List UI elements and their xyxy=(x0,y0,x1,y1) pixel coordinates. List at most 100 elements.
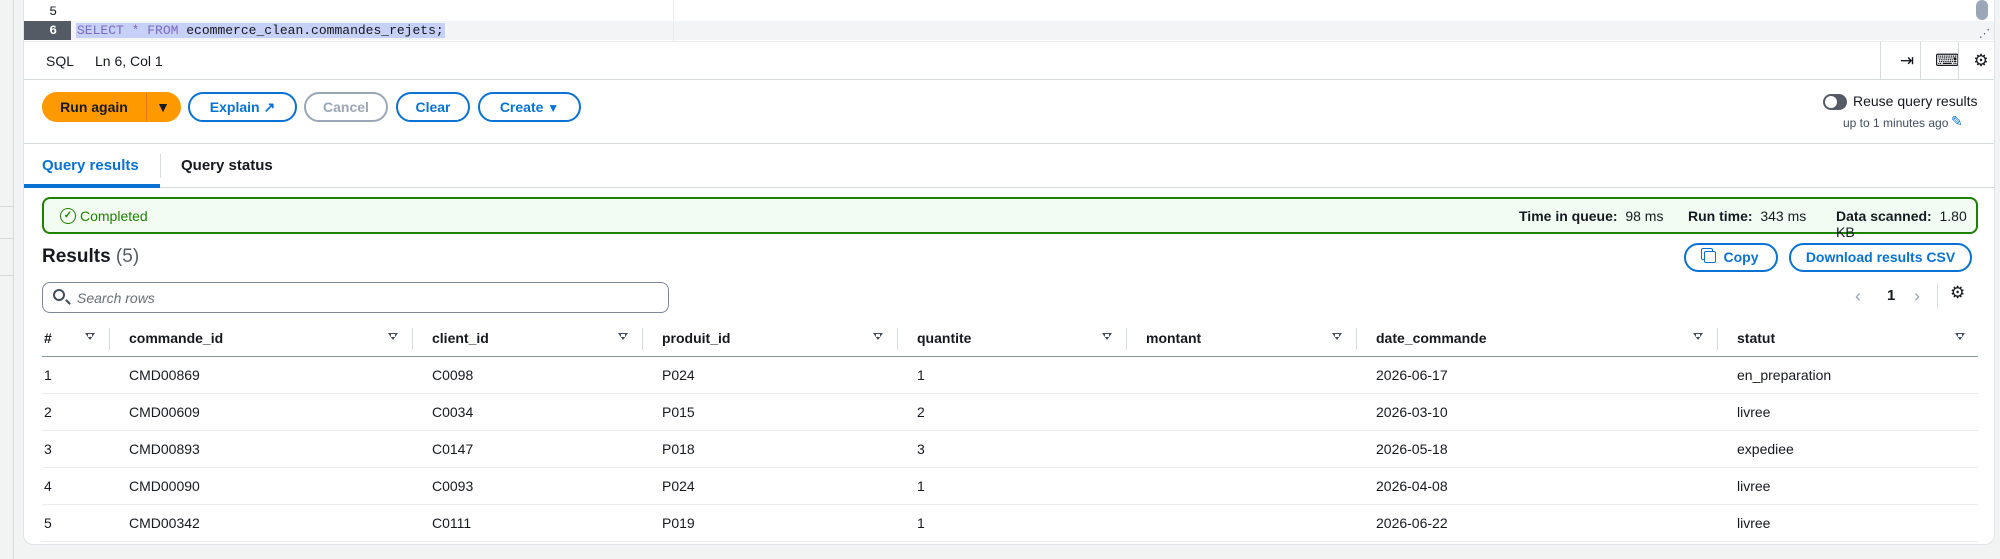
line-number: 6 xyxy=(24,21,71,40)
search-input[interactable] xyxy=(77,287,657,308)
table-cell-quantite: 1 xyxy=(917,478,925,494)
table-row[interactable]: 5 CMD00342 C0111 P019 1 2026-06-22 livree xyxy=(42,505,1978,542)
run-again-button[interactable]: Run again xyxy=(42,92,146,122)
search-rows[interactable] xyxy=(42,282,669,313)
caret-down-icon: ▼ xyxy=(156,99,170,115)
divider xyxy=(1920,42,1921,80)
sql-code[interactable]: SELECT * FROM ecommerce_clean.commandes_… xyxy=(76,22,445,39)
table-cell-client_id: C0034 xyxy=(432,404,474,420)
filter-icon[interactable] xyxy=(873,333,883,340)
filter-icon[interactable] xyxy=(85,333,95,340)
copy-label: Copy xyxy=(1723,249,1759,265)
editor-ruler xyxy=(673,0,674,42)
column-header[interactable]: client_id xyxy=(432,320,489,357)
column-header[interactable]: montant xyxy=(1146,320,1201,357)
filter-icon[interactable] xyxy=(388,333,398,340)
column-header[interactable]: # xyxy=(44,320,52,357)
editor-status-bar: SQL Ln 6, Col 1 ⇥ ⌨ ⚙ xyxy=(24,42,1994,80)
table-row[interactable]: 4 CMD00090 C0093 P024 1 2026-04-08 livree xyxy=(42,468,1978,505)
editor-scrollbar[interactable] xyxy=(1976,0,1988,20)
column-header[interactable]: statut xyxy=(1737,320,1775,357)
create-button[interactable]: Create ▼ xyxy=(478,92,581,122)
reuse-results-label: Reuse query results xyxy=(1853,93,1978,109)
column-divider[interactable] xyxy=(1126,328,1127,350)
sql-editor[interactable]: 5 6 SELECT * FROM ecommerce_clean.comman… xyxy=(24,0,1994,42)
current-page[interactable]: 1 xyxy=(1887,284,1895,308)
download-csv-button[interactable]: Download results CSV xyxy=(1789,243,1972,272)
table-cell-index: 1 xyxy=(44,367,52,383)
tab-query-results[interactable]: Query results xyxy=(24,144,160,188)
table-cell-client_id: C0098 xyxy=(432,367,474,383)
table-row[interactable]: 3 CMD00893 C0147 P018 3 2026-05-18 expediee xyxy=(42,431,1978,468)
editor-line[interactable]: 5 xyxy=(24,2,1994,21)
table-cell-quantite: 2 xyxy=(917,404,925,420)
table-cell-date_commande: 2026-06-22 xyxy=(1376,515,1448,531)
reuse-results-toggle[interactable] xyxy=(1823,94,1847,110)
table-cell-commande_id: CMD00342 xyxy=(129,515,200,531)
create-label: Create xyxy=(499,99,544,115)
column-divider[interactable] xyxy=(412,328,413,350)
column-header[interactable]: quantite xyxy=(917,320,971,357)
sql-identifier: ecommerce_clean.commandes_rejets; xyxy=(178,23,444,38)
table-cell-statut: en_preparation xyxy=(1737,367,1832,383)
table-cell-index: 5 xyxy=(44,515,52,531)
filter-icon[interactable] xyxy=(618,333,628,340)
column-header[interactable]: produit_id xyxy=(662,320,730,357)
filter-icon[interactable] xyxy=(1102,333,1112,340)
table-row[interactable]: 1 CMD00869 C0098 P024 1 2026-06-17 en_preparat… xyxy=(42,357,1978,394)
filter-icon[interactable] xyxy=(1332,333,1342,340)
resize-handle-icon[interactable]: ⋰ xyxy=(1979,27,1990,40)
run-time-value: 343 ms xyxy=(1760,208,1807,224)
column-divider[interactable] xyxy=(109,328,110,350)
column-header[interactable]: date_commande xyxy=(1376,320,1486,357)
table-row[interactable]: 2 CMD00609 C0034 P015 2 2026-03-10 livree xyxy=(42,394,1978,431)
cancel-button[interactable]: Cancel xyxy=(304,92,388,122)
data-scanned-label: Data scanned: xyxy=(1836,208,1932,224)
language-label: SQL xyxy=(46,53,75,69)
table-cell-index: 4 xyxy=(44,478,52,494)
column-divider[interactable] xyxy=(897,328,898,350)
keyboard-shortcuts-icon[interactable]: ⌨ xyxy=(1935,51,1960,71)
clear-button[interactable]: Clear xyxy=(396,92,470,122)
tab-query-status[interactable]: Query status xyxy=(181,144,273,188)
table-cell-statut: livree xyxy=(1737,478,1771,494)
results-title: Results xyxy=(42,246,111,267)
table-settings-gear-icon[interactable]: ⚙ xyxy=(1950,283,1965,303)
column-divider[interactable] xyxy=(1356,328,1357,350)
check-circle-icon: ✓ xyxy=(60,208,76,224)
copy-button[interactable]: Copy xyxy=(1684,243,1778,272)
settings-gear-icon[interactable]: ⚙ xyxy=(1971,51,1991,71)
table-cell-produit_id: P018 xyxy=(662,441,695,457)
explain-label: Explain xyxy=(209,99,260,115)
table-cell-quantite: 3 xyxy=(917,441,925,457)
table-cell-produit_id: P024 xyxy=(662,367,695,383)
run-options-dropdown[interactable]: ▼ xyxy=(146,92,181,122)
filter-icon[interactable] xyxy=(1955,333,1965,340)
editor-line-active[interactable]: 6 SELECT * FROM ecommerce_clean.commande… xyxy=(24,21,1994,40)
query-actions: Run again ▼ Explain ↗ Cancel Clear Creat… xyxy=(24,80,1994,144)
rail-divider xyxy=(0,206,13,207)
results-heading: Results (5) xyxy=(42,246,139,268)
pencil-edit-icon[interactable]: ✎ xyxy=(1951,113,1963,130)
column-divider[interactable] xyxy=(1717,328,1718,350)
explain-button[interactable]: Explain ↗ xyxy=(188,92,297,122)
format-query-icon[interactable]: ⇥ xyxy=(1897,51,1917,71)
column-divider[interactable] xyxy=(642,328,643,350)
column-header[interactable]: commande_id xyxy=(129,320,223,357)
table-cell-index: 2 xyxy=(44,404,52,420)
previous-page-icon[interactable]: ‹ xyxy=(1855,284,1861,308)
rail-divider xyxy=(0,238,13,239)
time-in-queue: Time in queue: 98 ms xyxy=(1519,208,1663,224)
status-text: Completed xyxy=(80,208,148,224)
table-cell-index: 3 xyxy=(44,441,52,457)
external-link-icon: ↗ xyxy=(263,99,276,115)
table-cell-produit_id: P015 xyxy=(662,404,695,420)
left-rail xyxy=(0,0,14,559)
filter-icon[interactable] xyxy=(1693,333,1703,340)
result-tabs: Query results Query status xyxy=(24,144,1994,188)
copy-icon xyxy=(1703,251,1716,263)
table-cell-date_commande: 2026-06-17 xyxy=(1376,367,1448,383)
search-icon xyxy=(53,289,65,301)
next-page-icon[interactable]: › xyxy=(1914,284,1920,308)
table-cell-client_id: C0111 xyxy=(432,515,472,531)
